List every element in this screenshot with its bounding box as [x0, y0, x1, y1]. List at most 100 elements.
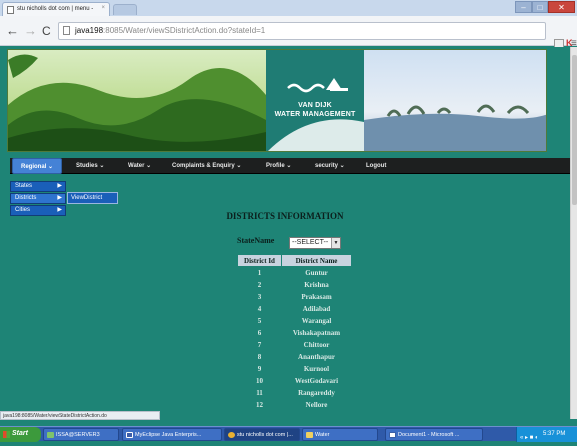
district-id: 1	[257, 268, 262, 277]
new-tab-button[interactable]	[113, 4, 137, 15]
district-id: 4	[257, 304, 262, 313]
forward-arrow-icon[interactable]: →	[24, 24, 37, 38]
district-name: Rangareddy	[298, 388, 335, 397]
company-logo: VAN DIJK WATER MANAGEMENT	[266, 101, 364, 119]
taskbar-item-label: stu nicholls dot com |...	[237, 432, 293, 438]
maximize-button[interactable]: □	[532, 1, 548, 13]
taskbar-item-label: Water	[315, 432, 330, 438]
url-host: java198	[75, 26, 104, 35]
table-row: 9 Kurnool	[238, 363, 351, 374]
table-header-row: District Id District Name	[238, 255, 351, 266]
taskbar-item-label: MyEclipse Java Enterpris...	[135, 432, 202, 438]
nav-complaints[interactable]: Complaints & Enquiry ⌄	[172, 158, 241, 174]
taskbar-item[interactable]: MyEclipse Java Enterpris...	[122, 428, 222, 441]
district-name: Krishna	[304, 280, 329, 289]
district-id: 9	[257, 364, 262, 373]
district-id: 10	[256, 376, 263, 385]
submenu-label: Districts	[15, 195, 37, 201]
logo-line-1: VAN DIJK	[298, 102, 332, 109]
taskbar-item-label: ISSA@SERVER3	[56, 432, 100, 438]
submenu-label: States	[15, 183, 33, 189]
start-button[interactable]: Start	[0, 427, 41, 442]
column-header-name: District Name	[282, 255, 351, 266]
vertical-scrollbar[interactable]	[570, 47, 577, 419]
tray-icons[interactable]: « ▸ ■ ◐	[520, 431, 539, 446]
submenu-states[interactable]: States ▶	[10, 181, 66, 192]
close-window-button[interactable]: ✕	[548, 1, 575, 13]
district-id: 8	[257, 352, 262, 361]
table-row: 1 Guntur	[238, 267, 351, 278]
page-title: DISTRICTS INFORMATION	[226, 211, 344, 221]
taskbar-item-label: Document1 - Microsoft ...	[398, 432, 460, 438]
nav-profile[interactable]: Profile ⌄	[266, 158, 291, 174]
tab-close-icon[interactable]: ×	[101, 5, 105, 11]
table-row: 11 Rangareddy	[238, 387, 351, 398]
system-tray: « ▸ ■ ◐ 5:37 PM	[516, 427, 577, 442]
district-name: Kurnool	[303, 364, 330, 373]
table-row: 7 Chittoor	[238, 339, 351, 350]
district-name: WestGodavari	[294, 376, 339, 385]
nav-regional[interactable]: Regional ⌄	[12, 158, 63, 174]
district-id: 2	[257, 280, 262, 289]
district-name: Prakasam	[301, 292, 332, 301]
eclipse-icon	[126, 432, 133, 438]
taskbar-item[interactable]: Water	[302, 428, 378, 441]
district-id: 5	[257, 316, 262, 325]
browser-toolbar: ← → C java198:8085/Water/viewSDistrictAc…	[0, 16, 577, 49]
taskbar-item[interactable]: ISSA@SERVER3	[43, 428, 119, 441]
scrollbar-thumb[interactable]	[572, 55, 577, 205]
district-id: 12	[256, 400, 263, 409]
chrome-icon	[228, 432, 235, 438]
chevron-right-icon: ▶	[57, 183, 62, 189]
table-row: 12 Nellore	[238, 399, 351, 410]
back-arrow-icon[interactable]: ←	[6, 24, 19, 38]
word-icon	[389, 432, 396, 438]
folder-icon	[306, 432, 313, 438]
reload-icon[interactable]: C	[42, 24, 51, 38]
nav-logout[interactable]: Logout	[366, 158, 386, 174]
district-id: 11	[256, 388, 263, 397]
web-page: VAN DIJK WATER MANAGEMENT Regional ⌄ Stu…	[0, 47, 570, 419]
logo-line-2: WATER MANAGEMENT	[274, 111, 356, 118]
taskbar-item-active[interactable]: stu nicholls dot com |...	[224, 428, 300, 441]
district-name: Adilabad	[302, 304, 331, 313]
table-row: 8 Ananthapur	[238, 351, 351, 362]
windows-taskbar: Start ISSA@SERVER3 MyEclipse Java Enterp…	[0, 426, 577, 442]
table-row: 6 Vishakapatnam	[238, 327, 351, 338]
address-bar[interactable]: java198:8085/Water/viewSDistrictAction.d…	[58, 22, 546, 40]
district-name: Ananthapur	[298, 352, 335, 361]
district-id: 6	[257, 328, 262, 337]
url-path: :8085/Water/viewSDistrictAction.do?state…	[103, 26, 266, 35]
table-row: 4 Adilabad	[238, 303, 351, 314]
nav-studies[interactable]: Studies ⌄	[76, 158, 104, 174]
flyout-view-district[interactable]: ViewDistrict	[67, 192, 118, 204]
district-id: 7	[257, 340, 262, 349]
start-label: Start	[12, 430, 28, 437]
district-name: Vishakapatnam	[292, 328, 341, 337]
status-url: java198:8085/Water/viewStateDistrictActi…	[0, 411, 160, 420]
district-id: 3	[257, 292, 262, 301]
clock: 5:37 PM	[543, 431, 566, 437]
server-icon	[47, 432, 54, 438]
header-banner: VAN DIJK WATER MANAGEMENT	[7, 49, 547, 152]
tab-title: stu nicholls dot com | menu -	[17, 6, 94, 12]
districts-table: District Id District Name 1 Guntur 2 Krish…	[237, 254, 352, 411]
table-row: 10 WestGodavari	[238, 375, 351, 386]
minimize-button[interactable]: –	[515, 1, 532, 13]
district-name: Guntur	[305, 268, 328, 277]
state-select[interactable]: --SELECT-- ▼	[289, 237, 341, 249]
state-name-label: StateName	[237, 236, 275, 245]
district-name: Chittoor	[303, 340, 330, 349]
district-name: Nellore	[305, 400, 328, 409]
nav-security[interactable]: security ⌄	[315, 158, 345, 174]
submenu-districts[interactable]: Districts ▶	[10, 193, 66, 204]
table-row: 2 Krishna	[238, 279, 351, 290]
chevron-down-icon[interactable]: ▼	[331, 238, 340, 248]
browser-tab[interactable]: stu nicholls dot com | menu - ×	[2, 2, 110, 16]
browser-titlebar: stu nicholls dot com | menu - × – □ ✕	[0, 0, 577, 16]
nav-water[interactable]: Water ⌄	[128, 158, 151, 174]
taskbar-item[interactable]: Document1 - Microsoft ...	[385, 428, 483, 441]
windows-logo-icon	[3, 431, 10, 438]
column-header-id: District Id	[238, 255, 281, 266]
table-row: 3 Prakasam	[238, 291, 351, 302]
